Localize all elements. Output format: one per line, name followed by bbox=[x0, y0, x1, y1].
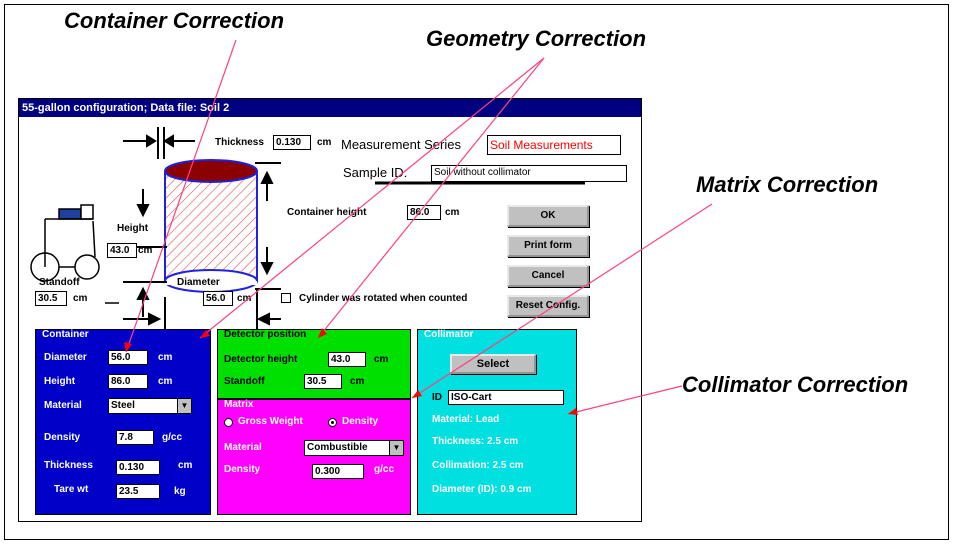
callout-arrows bbox=[124, 39, 713, 415]
container-arrowhead bbox=[124, 342, 132, 352]
collimator-arrowhead bbox=[568, 408, 578, 415]
geometry-callout-line-2 bbox=[317, 57, 545, 339]
matrix-callout-line bbox=[411, 203, 713, 399]
matrix-arrowhead bbox=[412, 390, 422, 398]
container-callout-line bbox=[125, 39, 237, 353]
geometry-arrowhead-2 bbox=[318, 328, 327, 338]
geometry-callout-line-1 bbox=[199, 57, 545, 339]
collimator-callout-line bbox=[567, 385, 683, 415]
